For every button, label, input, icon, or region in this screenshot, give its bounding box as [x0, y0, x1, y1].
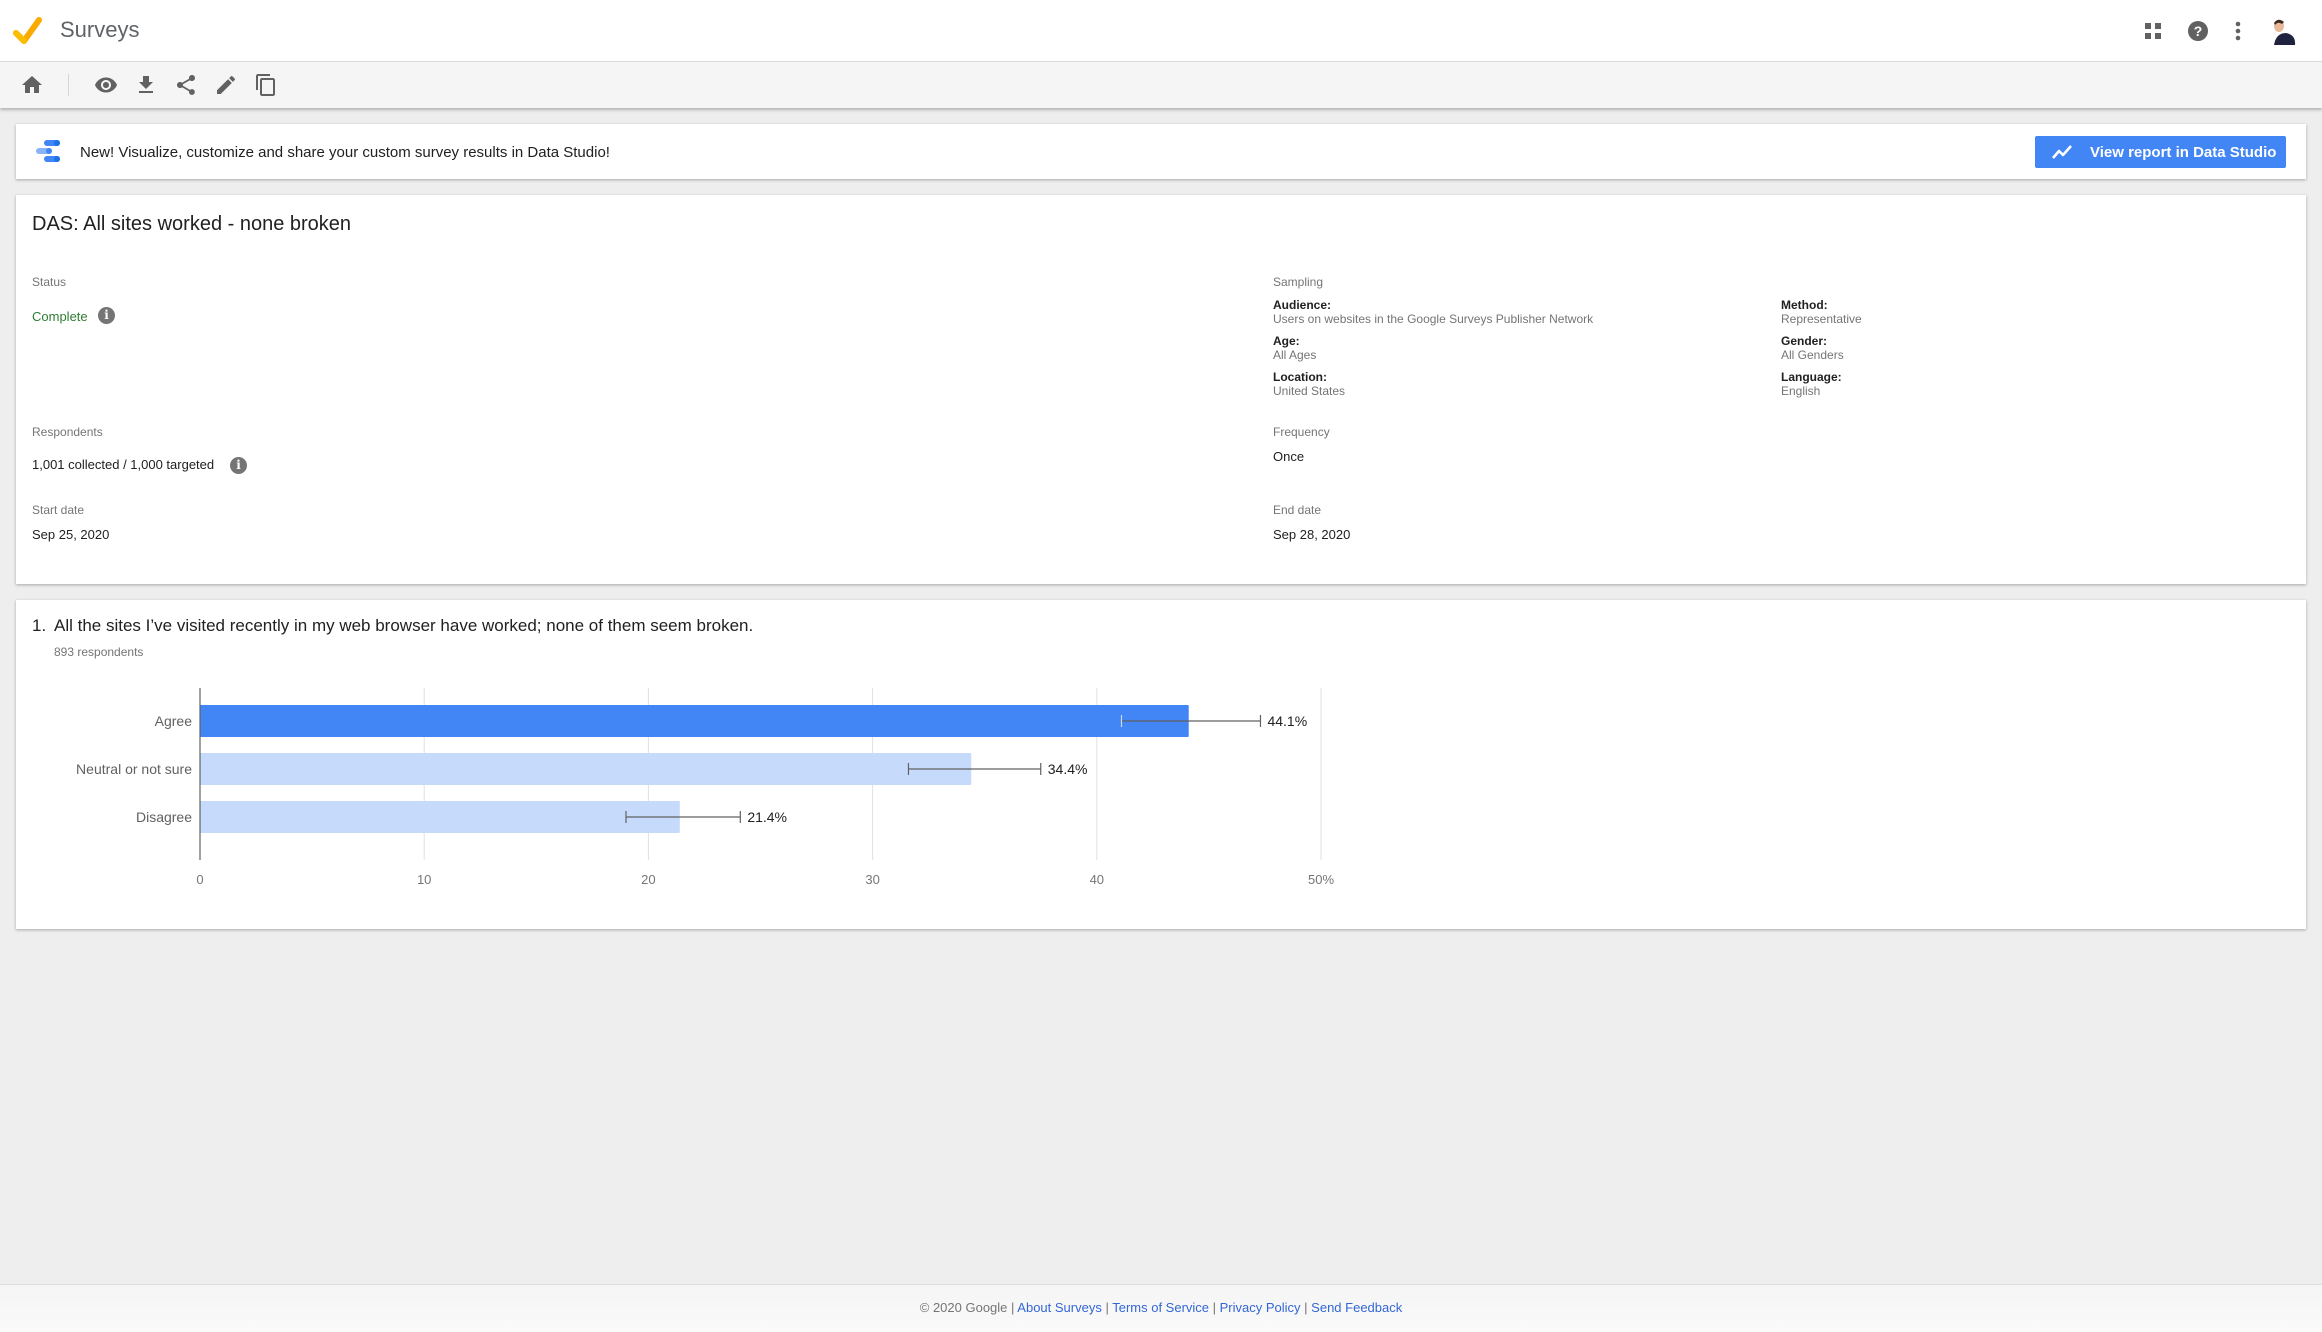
- respondents-label: Respondents: [32, 425, 103, 439]
- trending-line-icon: [2052, 145, 2072, 159]
- question-text: All the sites I’ve visited recently in m…: [54, 616, 754, 635]
- bar-disagree: [200, 801, 680, 833]
- x-tick-label: 30: [865, 872, 879, 887]
- help-icon[interactable]: ?: [2185, 18, 2211, 44]
- x-tick-label: 10: [417, 872, 431, 887]
- app-title: Surveys: [60, 17, 140, 42]
- data-studio-banner: New! Visualize, customize and share your…: [16, 124, 2306, 179]
- category-label: Disagree: [136, 809, 192, 825]
- audience-key: Audience:: [1273, 298, 1332, 312]
- age-key: Age:: [1273, 334, 1300, 348]
- end-date-value: Sep 28, 2020: [1273, 527, 1351, 542]
- x-tick-label: 50%: [1308, 872, 1334, 887]
- gender-value: All Genders: [1781, 348, 1844, 362]
- question-card: 1. All the sites I’ve visited recently in…: [16, 600, 2306, 929]
- age-value: All Ages: [1273, 348, 1317, 362]
- footer: © 2020 Google | About Surveys | Terms of…: [0, 1284, 2322, 1332]
- toolbar-divider: [68, 74, 69, 96]
- home-icon[interactable]: [20, 73, 44, 97]
- survey-info-card: DAS: All sites worked - none broken Stat…: [16, 195, 2306, 584]
- copyright: © 2020 Google: [919, 1300, 1008, 1315]
- app-bar: Surveys ?: [0, 0, 2322, 62]
- data-studio-logo-icon: [36, 140, 60, 162]
- footer-separator: |: [1209, 1300, 1220, 1315]
- location-value: United States: [1273, 384, 1346, 398]
- language-value: English: [1781, 384, 1821, 398]
- results-bar-chart: 0 10 20 30 40 50% Agree 44.1% Neutral or not sur…: [76, 688, 1334, 887]
- account-avatar[interactable]: [2266, 15, 2298, 47]
- frequency-value: Once: [1273, 449, 1305, 464]
- question-respondents: 893 respondents: [54, 645, 144, 659]
- respondents-info-icon[interactable]: i: [230, 457, 247, 474]
- bar-neutral-or-not-sure: [200, 753, 972, 785]
- category-label: Agree: [155, 713, 193, 729]
- gender-key: Gender:: [1781, 334, 1828, 348]
- footer-separator: |: [1300, 1300, 1312, 1315]
- x-tick-label: 0: [196, 872, 203, 887]
- more-vert-icon[interactable]: [2225, 18, 2251, 44]
- start-date-label: Start date: [32, 503, 85, 517]
- surveys-logo-icon[interactable]: [12, 16, 44, 46]
- status-label: Status: [32, 275, 67, 289]
- footer-separator: |: [1007, 1300, 1018, 1315]
- edit-pencil-icon[interactable]: [214, 73, 238, 97]
- respondents-value: 1,001 collected / 1,000 targeted: [32, 457, 215, 472]
- value-label: 34.4%: [1048, 761, 1088, 777]
- language-key: Language:: [1781, 370, 1842, 384]
- share-icon[interactable]: [174, 73, 198, 97]
- view-report-label: View report in Data Studio: [2090, 144, 2277, 161]
- preview-eye-icon[interactable]: [94, 73, 118, 97]
- about-surveys-link[interactable]: About Surveys: [1017, 1300, 1102, 1315]
- sampling-label: Sampling: [1273, 275, 1324, 289]
- toolbar: [0, 62, 2322, 108]
- privacy-policy-link[interactable]: Privacy Policy: [1220, 1300, 1301, 1315]
- question-title: 1. All the sites I’ve visited recently in…: [32, 616, 753, 636]
- value-label: 21.4%: [747, 809, 787, 825]
- bar-agree: [200, 705, 1189, 737]
- status-badge: Complete: [32, 309, 88, 324]
- category-label: Neutral or not sure: [76, 761, 192, 777]
- status-info-icon[interactable]: i: [98, 307, 115, 324]
- end-date-label: End date: [1273, 503, 1322, 517]
- question-number: 1.: [32, 616, 47, 635]
- location-key: Location:: [1273, 370, 1327, 384]
- method-value: Representative: [1781, 312, 1862, 326]
- x-tick-label: 40: [1090, 872, 1104, 887]
- terms-of-service-link[interactable]: Terms of Service: [1112, 1300, 1209, 1315]
- apps-grid-icon[interactable]: [2140, 18, 2166, 44]
- frequency-label: Frequency: [1273, 425, 1330, 439]
- footer-separator: |: [1101, 1300, 1113, 1315]
- send-feedback-link[interactable]: Send Feedback: [1311, 1300, 1402, 1315]
- svg-text:?: ?: [2194, 23, 2203, 39]
- survey-title: DAS: All sites worked - none broken: [32, 213, 352, 235]
- audience-value: Users on websites in the Google Surveys …: [1273, 312, 1594, 326]
- start-date-value: Sep 25, 2020: [32, 527, 110, 542]
- method-key: Method:: [1781, 298, 1828, 312]
- copy-icon[interactable]: [254, 73, 278, 97]
- download-icon[interactable]: [134, 73, 158, 97]
- x-tick-label: 20: [641, 872, 655, 887]
- view-report-button[interactable]: View report in Data Studio: [2035, 136, 2286, 168]
- value-label: 44.1%: [1267, 713, 1307, 729]
- banner-message: New! Visualize, customize and share your…: [80, 144, 610, 161]
